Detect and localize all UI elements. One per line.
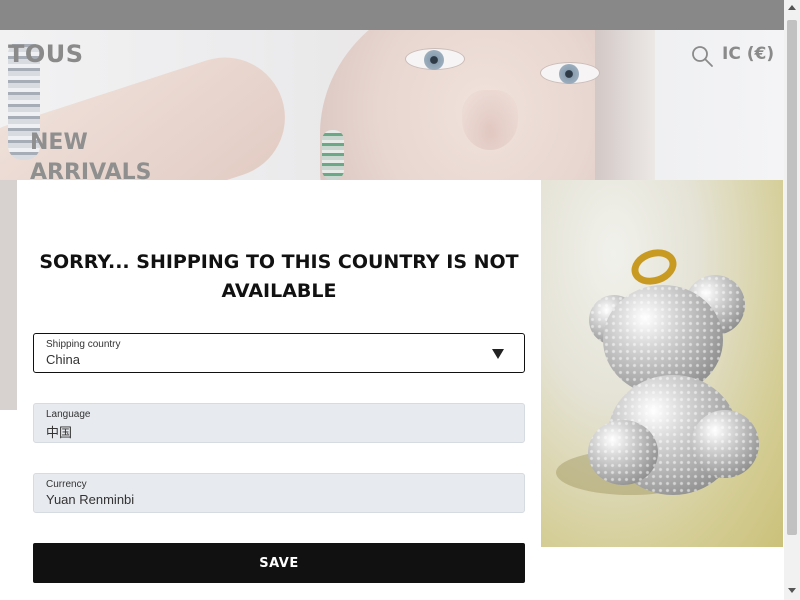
language-value: 中国 — [46, 425, 73, 440]
shipping-country-value: China — [46, 352, 80, 367]
hero-nose — [462, 90, 518, 150]
scroll-up-icon[interactable] — [788, 5, 796, 10]
modal-form: SORRY... SHIPPING TO THIS COUNTRY IS NOT… — [17, 180, 541, 600]
page-scrollbar[interactable] — [784, 0, 800, 600]
currency-field: Currency Yuan Renminbi — [33, 473, 525, 513]
earring-image — [322, 130, 344, 180]
bear-leg-right — [691, 410, 759, 478]
bear-pendant — [583, 240, 763, 500]
bear-leg-left — [588, 420, 658, 485]
pendant-ring — [626, 243, 682, 291]
teddy-bear-pendant-image — [541, 180, 783, 547]
language-field: Language 中国 — [33, 403, 525, 443]
hero-headline[interactable]: NEW ARRIVALS — [30, 128, 190, 188]
modal-title: SORRY... SHIPPING TO THIS COUNTRY IS NOT… — [39, 251, 519, 302]
scroll-down-icon[interactable] — [788, 588, 796, 593]
hero-left-eye — [405, 48, 465, 70]
hero-model-hair — [595, 30, 655, 200]
browser-top-bar — [0, 0, 800, 30]
shipping-country-label: Shipping country — [46, 339, 121, 350]
brand-logo[interactable]: TOUS — [8, 40, 84, 68]
hero-right-eye — [540, 62, 600, 84]
hero-left-strip — [0, 180, 18, 410]
shipping-country-modal: SORRY... SHIPPING TO THIS COUNTRY IS NOT… — [17, 180, 783, 600]
scrollbar-thumb[interactable] — [787, 20, 797, 535]
currency-value: Yuan Renminbi — [46, 492, 135, 507]
locale-selector[interactable]: IC (€) — [722, 44, 774, 64]
language-label: Language — [46, 409, 91, 420]
search-icon[interactable] — [690, 44, 714, 68]
shipping-country-select[interactable]: Shipping country China — [33, 333, 525, 373]
save-button[interactable]: SAVE — [33, 543, 525, 583]
currency-label: Currency — [46, 479, 87, 490]
chevron-down-icon[interactable] — [492, 349, 504, 359]
